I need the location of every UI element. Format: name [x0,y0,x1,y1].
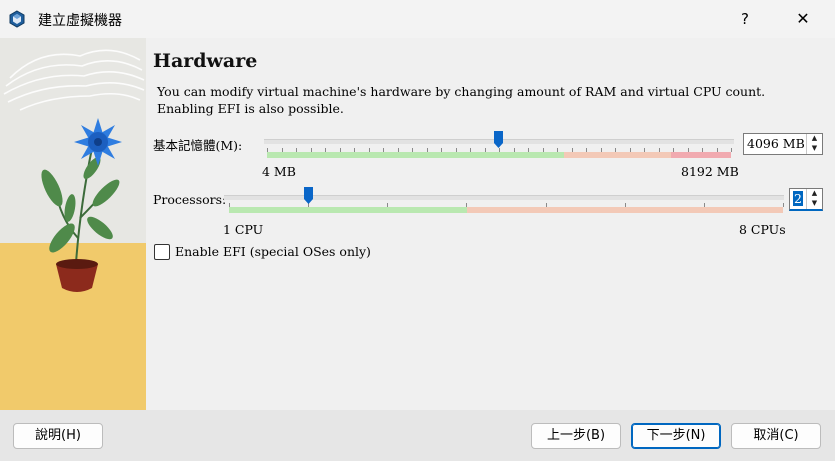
spin-up-icon[interactable]: ▲ [807,134,822,144]
processors-spin-buttons: ▲ ▼ [806,189,822,209]
efi-checkbox[interactable] [154,244,170,260]
slider-tick [455,148,457,152]
slider-tick [383,148,384,152]
slider-tick [368,148,370,152]
slider-tick [387,203,389,207]
processors-spinbox[interactable]: 2 ▲ ▼ [789,188,823,211]
slider-tick [586,148,587,152]
slider-tick [267,148,268,152]
page-description: You can modify virtual machine's hardwar… [157,83,766,117]
processors-recommended-range [229,207,468,213]
memory-slider-thumb[interactable] [493,130,504,149]
slider-tick [644,148,645,152]
slider-tick [229,203,230,207]
next-button[interactable]: 下一步(N) [631,423,721,449]
memory-max-label: 8192 MB [681,164,739,179]
memory-excess-range [670,152,731,158]
back-button[interactable]: 上一步(B) [531,423,621,449]
slider-tick [687,148,689,152]
processors-slider-thumb[interactable] [303,186,314,205]
slider-tick [557,148,558,152]
processors-warning-range [467,207,783,213]
efi-label[interactable]: Enable EFI (special OSes only) [175,244,371,259]
slider-tick [542,148,544,152]
blue-flower [74,118,122,166]
memory-value[interactable]: 4096 MB [747,136,805,151]
slider-tick [545,203,547,207]
slider-tick [354,148,355,152]
cancel-button[interactable]: 取消(C) [731,423,821,449]
processors-min-label: 1 CPU [223,222,264,237]
help-title-button[interactable]: ? [722,0,768,38]
processors-value[interactable]: 2 [793,191,803,206]
slider-tick [658,148,660,152]
description-line: You can modify virtual machine's hardwar… [157,84,766,99]
close-button[interactable]: ✕ [780,0,826,38]
slider-tick [466,203,468,207]
slider-tick [731,148,732,152]
title-bar: 建立虛擬機器 ? ✕ [0,0,835,38]
processors-label: Processors: [153,192,227,207]
slider-tick [310,148,312,152]
slider-tick [281,148,283,152]
slider-tick [702,148,703,152]
slider-tick [513,148,515,152]
slider-tick [624,203,626,207]
page-title: Hardware [153,50,258,72]
slider-tick [571,148,573,152]
memory-recommended-range [267,152,564,158]
memory-spinbox[interactable]: 4096 MB ▲ ▼ [743,133,823,155]
spin-up-icon[interactable]: ▲ [807,189,822,199]
slider-tick [528,148,529,152]
spin-down-icon[interactable]: ▼ [807,144,822,154]
slider-tick [615,148,616,152]
slider-tick [673,148,674,152]
slider-tick [296,148,297,152]
description-line: Enabling EFI is also possible. [157,101,344,116]
slider-tick [470,148,471,152]
slider-tick [339,148,341,152]
slider-tick [412,148,413,152]
help-button[interactable]: 說明(H) [13,423,103,449]
memory-min-label: 4 MB [262,164,296,179]
virtualbox-icon [9,10,25,28]
processors-max-label: 8 CPUs [739,222,786,237]
slider-tick [426,148,428,152]
spin-down-icon[interactable]: ▼ [807,199,822,209]
memory-spin-buttons: ▲ ▼ [806,134,822,154]
slider-tick [600,148,602,152]
slider-tick [703,203,705,207]
slider-tick [716,148,718,152]
slider-tick [325,148,326,152]
slider-tick [397,148,399,152]
slider-tick [484,148,486,152]
slider-tick [441,148,442,152]
content-panel: Hardware You can modify virtual machine'… [146,38,835,410]
slider-tick [629,148,631,152]
memory-label: 基本記憶體(M): [153,138,243,153]
window-title: 建立虛擬機器 [38,13,122,29]
memory-warning-range [563,152,671,158]
wizard-illustration [0,38,146,410]
button-bar: 說明(H) 上一步(B) 下一步(N) 取消(C) [0,410,835,461]
plant-pot [56,259,98,292]
slider-tick [783,203,784,207]
